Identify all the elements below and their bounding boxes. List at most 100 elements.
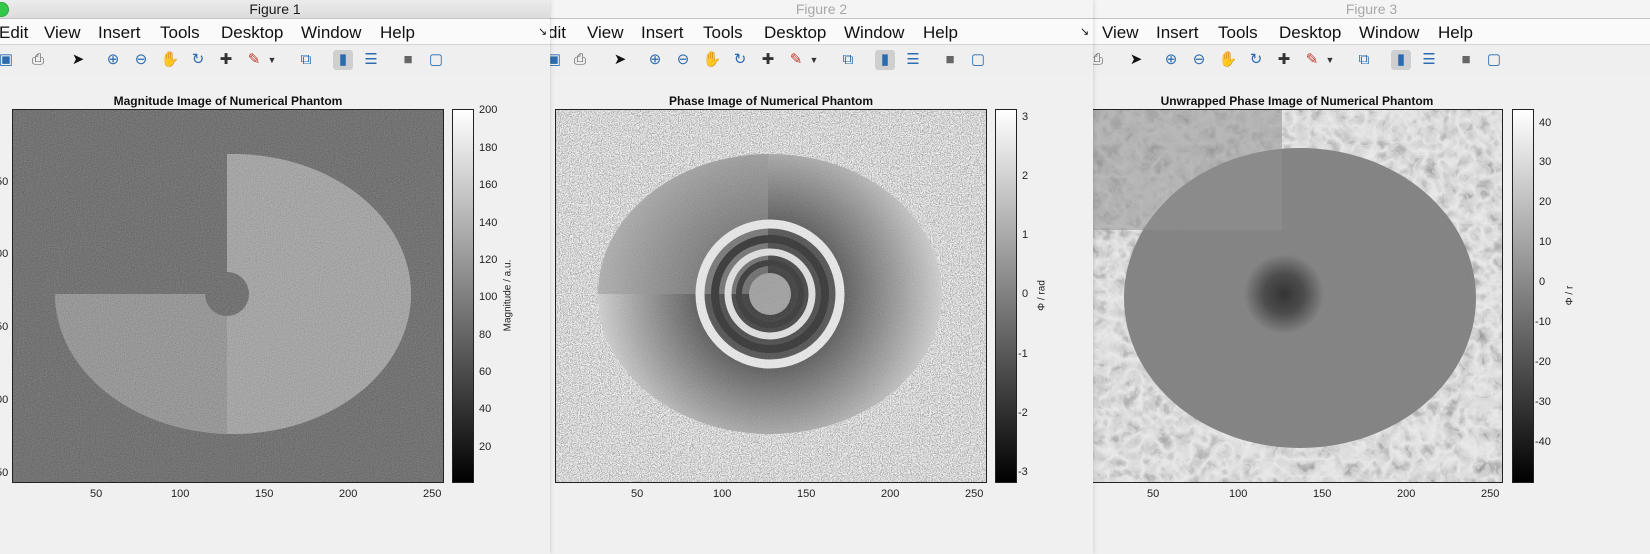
rotate-3d-icon[interactable]: ↻ bbox=[1246, 50, 1266, 70]
menu-bar: View Insert Tools Desktop Window Help bbox=[1093, 19, 1650, 45]
zoom-out-icon[interactable]: ⊖ bbox=[131, 50, 151, 70]
x-tick: 250 bbox=[423, 488, 442, 500]
rotate-3d-icon[interactable]: ↻ bbox=[730, 50, 750, 70]
data-cursor-icon[interactable]: ✚ bbox=[216, 50, 236, 70]
figure-1-window: Figure 1 Edit View Insert Tools Desktop … bbox=[0, 0, 550, 554]
x-tick: 50 bbox=[1147, 488, 1160, 500]
hide-plot-tools-icon[interactable]: ■ bbox=[940, 50, 960, 70]
zoom-out-icon[interactable]: ⊖ bbox=[1189, 50, 1209, 70]
phase-image-axes[interactable] bbox=[555, 109, 987, 483]
print-icon[interactable]: ⎙ bbox=[1093, 50, 1107, 70]
magnitude-image-axes[interactable] bbox=[12, 109, 444, 483]
menu-window[interactable]: Window bbox=[1359, 23, 1419, 43]
print-icon[interactable]: ⎙ bbox=[28, 50, 48, 70]
link-plot-icon[interactable]: ⧉ bbox=[296, 50, 316, 70]
figure-toolbar: ⎙ ➤ ⊕ ⊖ ✋ ↻ ✚ ✎ ▼ ⧉ ▮ ☰ ■ ▢ bbox=[1093, 45, 1650, 75]
colorbar[interactable] bbox=[1512, 109, 1534, 483]
show-plot-tools-icon[interactable]: ▢ bbox=[426, 50, 446, 70]
menu-view[interactable]: View bbox=[587, 23, 624, 43]
pan-icon[interactable]: ✋ bbox=[160, 50, 180, 70]
brush-dropdown-icon[interactable]: ▼ bbox=[1324, 50, 1336, 70]
menu-tools[interactable]: Tools bbox=[703, 23, 743, 43]
zoom-in-icon[interactable]: ⊕ bbox=[103, 50, 123, 70]
menu-insert[interactable]: Insert bbox=[1156, 23, 1199, 43]
print-icon[interactable]: ⎙ bbox=[570, 50, 590, 70]
colorbar-icon[interactable]: ▮ bbox=[333, 50, 353, 70]
menu-tools[interactable]: Tools bbox=[160, 23, 200, 43]
menu-desktop[interactable]: Desktop bbox=[221, 23, 283, 43]
x-tick: 250 bbox=[965, 488, 984, 500]
menu-help[interactable]: Help bbox=[923, 23, 958, 43]
brush-icon[interactable]: ✎ bbox=[244, 50, 264, 70]
menu-help[interactable]: Help bbox=[380, 23, 415, 43]
colorbar-tick: 100 bbox=[479, 291, 498, 303]
menu-desktop[interactable]: Desktop bbox=[764, 23, 826, 43]
menu-insert[interactable]: Insert bbox=[98, 23, 141, 43]
colorbar-icon[interactable]: ▮ bbox=[1391, 50, 1411, 70]
zoom-out-icon[interactable]: ⊖ bbox=[673, 50, 693, 70]
zoom-in-icon[interactable]: ⊕ bbox=[1161, 50, 1181, 70]
dock-figure-icon[interactable]: ↘ bbox=[538, 25, 547, 38]
figure-toolbar: ▣ ⎙ ➤ ⊕ ⊖ ✋ ↻ ✚ ✎ ▼ ⧉ ▮ ☰ ■ ▢ bbox=[550, 45, 1093, 75]
menu-window[interactable]: Window bbox=[844, 23, 904, 43]
pointer-icon[interactable]: ➤ bbox=[68, 50, 88, 70]
plot-title: Magnitude Image of Numerical Phantom bbox=[113, 94, 343, 108]
pointer-icon[interactable]: ➤ bbox=[610, 50, 630, 70]
legend-icon[interactable]: ☰ bbox=[1419, 50, 1439, 70]
y-tick: 50 bbox=[0, 467, 9, 479]
brush-icon[interactable]: ✎ bbox=[786, 50, 806, 70]
window-title-bar[interactable]: Figure 3 bbox=[1093, 0, 1650, 19]
save-icon[interactable]: ▣ bbox=[0, 50, 16, 70]
window-title-bar[interactable]: Figure 1 bbox=[0, 0, 550, 19]
link-plot-icon[interactable]: ⧉ bbox=[838, 50, 858, 70]
colorbar-tick: -40 bbox=[1535, 436, 1551, 448]
menu-desktop[interactable]: Desktop bbox=[1279, 23, 1341, 43]
menu-edit[interactable]: dit bbox=[550, 23, 566, 43]
menu-view[interactable]: View bbox=[1102, 23, 1139, 43]
pan-icon[interactable]: ✋ bbox=[1218, 50, 1238, 70]
unwrapped-phase-image-axes[interactable] bbox=[1093, 109, 1503, 483]
colorbar-tick: 2 bbox=[1022, 170, 1029, 182]
dock-figure-icon[interactable]: ↘ bbox=[1080, 25, 1089, 38]
data-cursor-icon[interactable]: ✚ bbox=[758, 50, 778, 70]
colorbar-icon[interactable]: ▮ bbox=[875, 50, 895, 70]
pointer-icon[interactable]: ➤ bbox=[1126, 50, 1146, 70]
menu-help[interactable]: Help bbox=[1438, 23, 1473, 43]
brush-dropdown-icon[interactable]: ▼ bbox=[266, 50, 278, 70]
x-tick: 200 bbox=[1397, 488, 1416, 500]
colorbar[interactable] bbox=[995, 109, 1017, 483]
zoom-window-button[interactable] bbox=[0, 2, 9, 17]
hide-plot-tools-icon[interactable]: ■ bbox=[398, 50, 418, 70]
menu-edit[interactable]: Edit bbox=[0, 23, 28, 43]
menu-insert[interactable]: Insert bbox=[641, 23, 684, 43]
window-title-bar[interactable]: Figure 2 bbox=[550, 0, 1093, 19]
save-icon[interactable]: ▣ bbox=[550, 50, 564, 70]
menu-window[interactable]: Window bbox=[301, 23, 361, 43]
colorbar-tick: 40 bbox=[1539, 117, 1552, 129]
colorbar-tick: 1 bbox=[1022, 229, 1029, 241]
window-title: Figure 3 bbox=[1345, 1, 1398, 17]
colorbar-tick: 0 bbox=[1539, 276, 1546, 288]
show-plot-tools-icon[interactable]: ▢ bbox=[968, 50, 988, 70]
legend-icon[interactable]: ☰ bbox=[903, 50, 923, 70]
plot-title: Phase Image of Numerical Phantom bbox=[668, 94, 874, 108]
legend-icon[interactable]: ☰ bbox=[361, 50, 381, 70]
x-tick: 100 bbox=[171, 488, 190, 500]
colorbar-tick: -3 bbox=[1018, 466, 1028, 478]
brush-dropdown-icon[interactable]: ▼ bbox=[808, 50, 820, 70]
rotate-3d-icon[interactable]: ↻ bbox=[188, 50, 208, 70]
data-cursor-icon[interactable]: ✚ bbox=[1274, 50, 1294, 70]
hide-plot-tools-icon[interactable]: ■ bbox=[1456, 50, 1476, 70]
link-plot-icon[interactable]: ⧉ bbox=[1354, 50, 1374, 70]
brush-icon[interactable]: ✎ bbox=[1302, 50, 1322, 70]
colorbar-label: Φ / rad bbox=[1036, 280, 1048, 311]
window-title: Figure 1 bbox=[249, 1, 301, 17]
y-tick: 50 bbox=[0, 321, 9, 333]
zoom-in-icon[interactable]: ⊕ bbox=[645, 50, 665, 70]
colorbar-tick: 140 bbox=[479, 217, 498, 229]
colorbar[interactable] bbox=[452, 109, 474, 483]
pan-icon[interactable]: ✋ bbox=[702, 50, 722, 70]
menu-tools[interactable]: Tools bbox=[1218, 23, 1258, 43]
show-plot-tools-icon[interactable]: ▢ bbox=[1484, 50, 1504, 70]
menu-view[interactable]: View bbox=[44, 23, 81, 43]
